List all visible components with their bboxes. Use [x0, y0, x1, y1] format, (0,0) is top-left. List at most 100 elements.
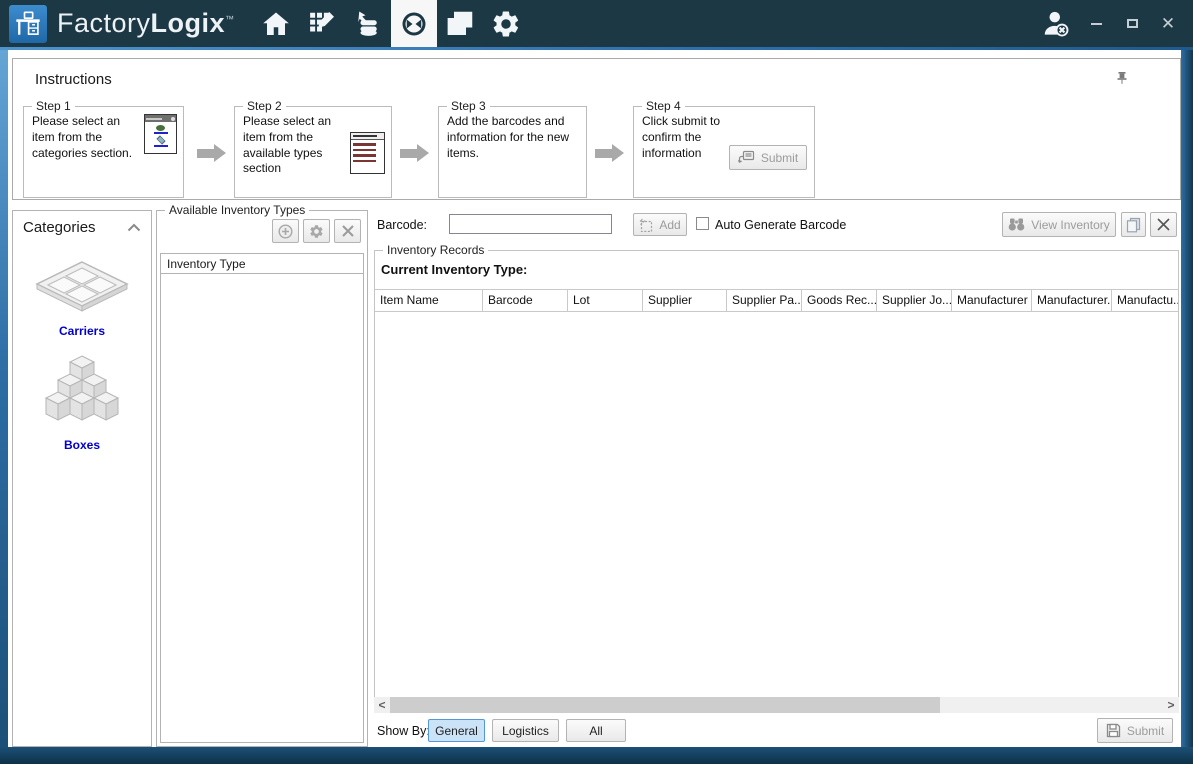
close-x-icon: [1156, 217, 1171, 232]
material-transfer-icon[interactable]: [391, 0, 437, 47]
step-1-label: Step 1: [32, 99, 75, 113]
step-submit-button[interactable]: Submit: [729, 145, 807, 170]
step-4-box: Step 4 Click submit to confirm the infor…: [633, 106, 815, 198]
types-thumbnail: [350, 132, 385, 174]
scroll-right-icon[interactable]: >: [1163, 697, 1179, 713]
configure-type-button[interactable]: [303, 219, 330, 243]
home-icon[interactable]: [253, 0, 299, 47]
submit-button[interactable]: Submit: [1097, 718, 1173, 743]
column-header-supplier-job[interactable]: Supplier Jo...: [877, 290, 952, 311]
settings-gear-icon[interactable]: [483, 0, 529, 47]
step-2-box: Step 2 Please select an item from the av…: [234, 106, 392, 198]
carrier-tray-icon: [34, 260, 130, 320]
inventory-type-column-header[interactable]: Inventory Type: [161, 254, 363, 274]
submit-button-label: Submit: [1127, 724, 1164, 738]
step-2-text: Please select an item from the available…: [243, 114, 346, 177]
submit-message-icon: [738, 150, 755, 166]
close-icon: ✕: [1161, 15, 1175, 32]
records-table-header: Item Name Barcode Lot Supplier Supplier …: [375, 289, 1178, 312]
step-1-text: Please select an item from the categorie…: [32, 114, 140, 161]
data-entry-icon[interactable]: [299, 0, 345, 47]
binoculars-icon: [1008, 217, 1025, 232]
user-logout-icon[interactable]: [1041, 9, 1071, 39]
step-4-label: Step 4: [642, 99, 685, 113]
app-title: FactoryLogix™: [57, 8, 235, 39]
add-circle-icon: [278, 224, 293, 239]
column-header-supplier-part[interactable]: Supplier Pa...: [727, 290, 802, 311]
maximize-button[interactable]: [1121, 13, 1143, 35]
clear-button[interactable]: [1150, 212, 1177, 237]
step-3-box: Step 3 Add the barcodes and information …: [438, 106, 587, 198]
inventory-type-list: Inventory Type: [160, 253, 364, 743]
show-by-all-button[interactable]: All: [566, 719, 626, 742]
workbench-logo-icon: [14, 10, 42, 38]
scrollbar-thumb[interactable]: [390, 697, 940, 713]
column-header-supplier[interactable]: Supplier: [643, 290, 727, 311]
titlebar-right: ✕: [1041, 0, 1179, 47]
window-frame-bottom: [0, 747, 1193, 764]
minimize-button[interactable]: [1085, 13, 1107, 35]
pin-icon[interactable]: [1116, 71, 1128, 85]
available-types-title: Available Inventory Types: [165, 203, 309, 217]
view-inventory-button[interactable]: View Inventory: [1002, 212, 1116, 237]
close-button[interactable]: ✕: [1157, 13, 1179, 35]
category-item-carriers[interactable]: Carriers: [13, 260, 151, 338]
copy-record-button[interactable]: [1121, 212, 1146, 237]
scroll-left-icon[interactable]: <: [374, 697, 390, 713]
column-header-item-name[interactable]: Item Name: [375, 290, 483, 311]
column-header-manufacturer[interactable]: Manufacturer: [952, 290, 1032, 311]
categories-panel: Categories Carriers: [12, 210, 152, 747]
material-receiving-icon[interactable]: [345, 0, 391, 47]
flow-arrow-icon: [400, 144, 429, 162]
window-frame-left: [0, 50, 8, 747]
step-3-label: Step 3: [447, 99, 490, 113]
column-header-manufacturer-3[interactable]: Manufactu...: [1112, 290, 1178, 311]
category-item-boxes[interactable]: Boxes: [13, 352, 151, 452]
current-inventory-type-label: Current Inventory Type:: [381, 262, 527, 277]
show-by-logistics-button[interactable]: Logistics: [492, 719, 559, 742]
auto-generate-checkbox[interactable]: [696, 217, 709, 230]
copy-icon: [1126, 217, 1141, 233]
inventory-records-title: Inventory Records: [383, 243, 488, 257]
delete-type-button[interactable]: [334, 219, 361, 243]
flow-arrow-icon: [595, 144, 624, 162]
delete-x-icon: [341, 224, 355, 238]
categories-title: Categories: [23, 219, 96, 236]
save-floppy-icon: [1106, 723, 1121, 738]
step-2-label: Step 2: [243, 99, 286, 113]
add-button-label: Add: [659, 218, 680, 232]
scrollbar-track[interactable]: [390, 697, 1163, 713]
column-header-goods-received[interactable]: Goods Rec...: [802, 290, 877, 311]
show-by-label: Show By:: [377, 724, 430, 738]
add-barcode-button[interactable]: Add: [633, 213, 687, 236]
show-by-general-button[interactable]: General: [428, 719, 485, 742]
horizontal-scrollbar[interactable]: < >: [374, 697, 1179, 713]
column-header-barcode[interactable]: Barcode: [483, 290, 568, 311]
step-4-text: Click submit to confirm the information: [642, 114, 730, 161]
window-manager-icon[interactable]: [437, 0, 483, 47]
category-label-carriers: Carriers: [13, 324, 151, 338]
titlebar-accent-line: [0, 47, 1193, 50]
add-dashed-icon: [639, 218, 653, 232]
column-header-lot[interactable]: Lot: [568, 290, 643, 311]
flow-arrow-icon: [197, 144, 226, 162]
collapse-chevron-icon[interactable]: [127, 223, 141, 232]
content-area: Instructions Step 1 Please select an ite…: [8, 50, 1181, 747]
add-type-button[interactable]: [272, 219, 299, 243]
titlebar: FactoryLogix™: [0, 0, 1193, 47]
step-submit-label: Submit: [761, 151, 798, 165]
main-nav: [253, 0, 529, 47]
category-label-boxes: Boxes: [13, 438, 151, 452]
configure-gear-icon: [309, 224, 324, 239]
factorylogix-window: FactoryLogix™: [0, 0, 1193, 764]
app-logo: [9, 5, 47, 43]
column-header-manufacturer-2[interactable]: Manufacturer...: [1032, 290, 1112, 311]
step-1-box: Step 1 Please select an item from the ca…: [23, 106, 184, 198]
boxes-stack-icon: [34, 352, 130, 434]
barcode-input[interactable]: [449, 214, 612, 234]
barcode-label: Barcode:: [377, 218, 427, 232]
inventory-records-panel: Inventory Records Current Inventory Type…: [374, 250, 1179, 697]
auto-generate-label: Auto Generate Barcode: [715, 218, 846, 232]
available-types-panel: Available Inventory Types Inventory Type: [156, 210, 368, 747]
instructions-title: Instructions: [35, 71, 112, 88]
